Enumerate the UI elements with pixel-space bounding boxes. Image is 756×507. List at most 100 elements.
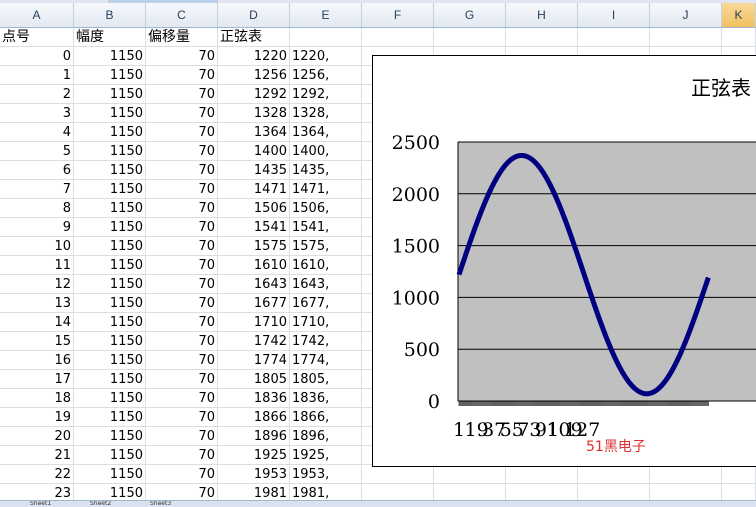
cell-d[interactable]: 1506 — [218, 199, 290, 218]
cell-b[interactable]: 1150 — [74, 180, 146, 199]
col-header-f[interactable]: F — [362, 3, 434, 27]
cell-e[interactable]: 1400, — [290, 142, 362, 161]
cell-c[interactable]: 70 — [146, 294, 218, 313]
cell-a[interactable]: 12 — [0, 275, 74, 294]
cell-a[interactable]: 9 — [0, 218, 74, 237]
cell-e[interactable]: 1220, — [290, 47, 362, 66]
cell-e[interactable]: 1575, — [290, 237, 362, 256]
col-header-k[interactable]: K — [722, 3, 756, 27]
cell-d[interactable]: 1805 — [218, 370, 290, 389]
cell-d[interactable]: 1610 — [218, 256, 290, 275]
cell-b[interactable]: 1150 — [74, 389, 146, 408]
col-header-d[interactable]: D — [218, 3, 290, 27]
cell-b[interactable]: 1150 — [74, 66, 146, 85]
cell-d[interactable]: 1866 — [218, 408, 290, 427]
cell-d[interactable]: 1774 — [218, 351, 290, 370]
cell-e[interactable]: 1541, — [290, 218, 362, 237]
cell-a[interactable]: 2 — [0, 85, 74, 104]
cell-e[interactable]: 1256, — [290, 66, 362, 85]
cell-a[interactable]: 10 — [0, 237, 74, 256]
cell-a[interactable]: 20 — [0, 427, 74, 446]
cell-b-header[interactable]: 幅度 — [74, 28, 146, 47]
cell-d[interactable]: 1925 — [218, 446, 290, 465]
cell-e[interactable]: 1836, — [290, 389, 362, 408]
sine-chart[interactable]: 正弦表 0 500 1000 1500 2000 2500 1 19 37 55 73 91 109 12… — [372, 55, 756, 467]
cell-b[interactable]: 1150 — [74, 332, 146, 351]
cell-a[interactable]: 1 — [0, 66, 74, 85]
cell-e[interactable]: 1506, — [290, 199, 362, 218]
cell-a[interactable]: 8 — [0, 199, 74, 218]
sheet-tab-2[interactable]: Sheet2 — [90, 501, 140, 507]
cell-a[interactable]: 17 — [0, 370, 74, 389]
cell-c[interactable]: 70 — [146, 180, 218, 199]
cell-e[interactable]: 1805, — [290, 370, 362, 389]
cell-e[interactable]: 1925, — [290, 446, 362, 465]
cell-c[interactable]: 70 — [146, 446, 218, 465]
cell-b[interactable]: 1150 — [74, 408, 146, 427]
cell-d[interactable]: 1256 — [218, 66, 290, 85]
cell-empty[interactable] — [362, 465, 434, 484]
cell-d[interactable]: 1836 — [218, 389, 290, 408]
cell-empty[interactable] — [722, 465, 756, 484]
cell-c[interactable]: 70 — [146, 313, 218, 332]
cell-b[interactable]: 1150 — [74, 275, 146, 294]
cell-a[interactable]: 13 — [0, 294, 74, 313]
cell-c[interactable]: 70 — [146, 218, 218, 237]
cell-d[interactable]: 1471 — [218, 180, 290, 199]
cell-e[interactable]: 1710, — [290, 313, 362, 332]
col-header-a[interactable]: A — [0, 3, 74, 27]
cell-a[interactable]: 19 — [0, 408, 74, 427]
cell-e[interactable]: 1677, — [290, 294, 362, 313]
cell-e[interactable]: 1364, — [290, 123, 362, 142]
cell-b[interactable]: 1150 — [74, 465, 146, 484]
cell-c[interactable]: 70 — [146, 123, 218, 142]
cell-d[interactable]: 1953 — [218, 465, 290, 484]
cell-c[interactable]: 70 — [146, 256, 218, 275]
cell-a[interactable]: 16 — [0, 351, 74, 370]
cell-empty[interactable] — [650, 465, 722, 484]
cell-b[interactable]: 1150 — [74, 142, 146, 161]
cell-b[interactable]: 1150 — [74, 351, 146, 370]
cell-d[interactable]: 1643 — [218, 275, 290, 294]
cell-d[interactable]: 1435 — [218, 161, 290, 180]
cell-a[interactable]: 18 — [0, 389, 74, 408]
cell-d[interactable]: 1896 — [218, 427, 290, 446]
col-header-b[interactable]: B — [74, 3, 146, 27]
cell-b[interactable]: 1150 — [74, 104, 146, 123]
cell-b[interactable]: 1150 — [74, 47, 146, 66]
cell-d[interactable]: 1328 — [218, 104, 290, 123]
cell-e[interactable]: 1643, — [290, 275, 362, 294]
cell-c[interactable]: 70 — [146, 389, 218, 408]
cell-e[interactable]: 1866, — [290, 408, 362, 427]
cell-e[interactable]: 1435, — [290, 161, 362, 180]
cell-b[interactable]: 1150 — [74, 446, 146, 465]
cell-b[interactable]: 1150 — [74, 218, 146, 237]
cell-a[interactable]: 0 — [0, 47, 74, 66]
sheet-tab-1[interactable]: Sheet1 — [30, 501, 80, 507]
cell-c[interactable]: 70 — [146, 465, 218, 484]
cell-e[interactable]: 1742, — [290, 332, 362, 351]
cell-e[interactable]: 1610, — [290, 256, 362, 275]
cell-c[interactable]: 70 — [146, 161, 218, 180]
cell-b[interactable]: 1150 — [74, 85, 146, 104]
cell-empty[interactable] — [506, 465, 578, 484]
cell-e[interactable]: 1953, — [290, 465, 362, 484]
cell-b[interactable]: 1150 — [74, 237, 146, 256]
cell-d[interactable]: 1220 — [218, 47, 290, 66]
col-header-i[interactable]: I — [578, 3, 650, 27]
cell-c[interactable]: 70 — [146, 47, 218, 66]
cell-a[interactable]: 11 — [0, 256, 74, 275]
cell-d[interactable]: 1292 — [218, 85, 290, 104]
cell-i-header[interactable] — [578, 28, 650, 47]
cell-g-header[interactable] — [434, 28, 506, 47]
col-header-g[interactable]: G — [434, 3, 506, 27]
cell-c[interactable]: 70 — [146, 370, 218, 389]
cell-h-header[interactable] — [506, 28, 578, 47]
cell-b[interactable]: 1150 — [74, 294, 146, 313]
cell-d[interactable]: 1541 — [218, 218, 290, 237]
cell-empty[interactable] — [434, 465, 506, 484]
cell-a[interactable]: 21 — [0, 446, 74, 465]
cell-c[interactable]: 70 — [146, 332, 218, 351]
cell-e[interactable]: 1896, — [290, 427, 362, 446]
cell-b[interactable]: 1150 — [74, 370, 146, 389]
